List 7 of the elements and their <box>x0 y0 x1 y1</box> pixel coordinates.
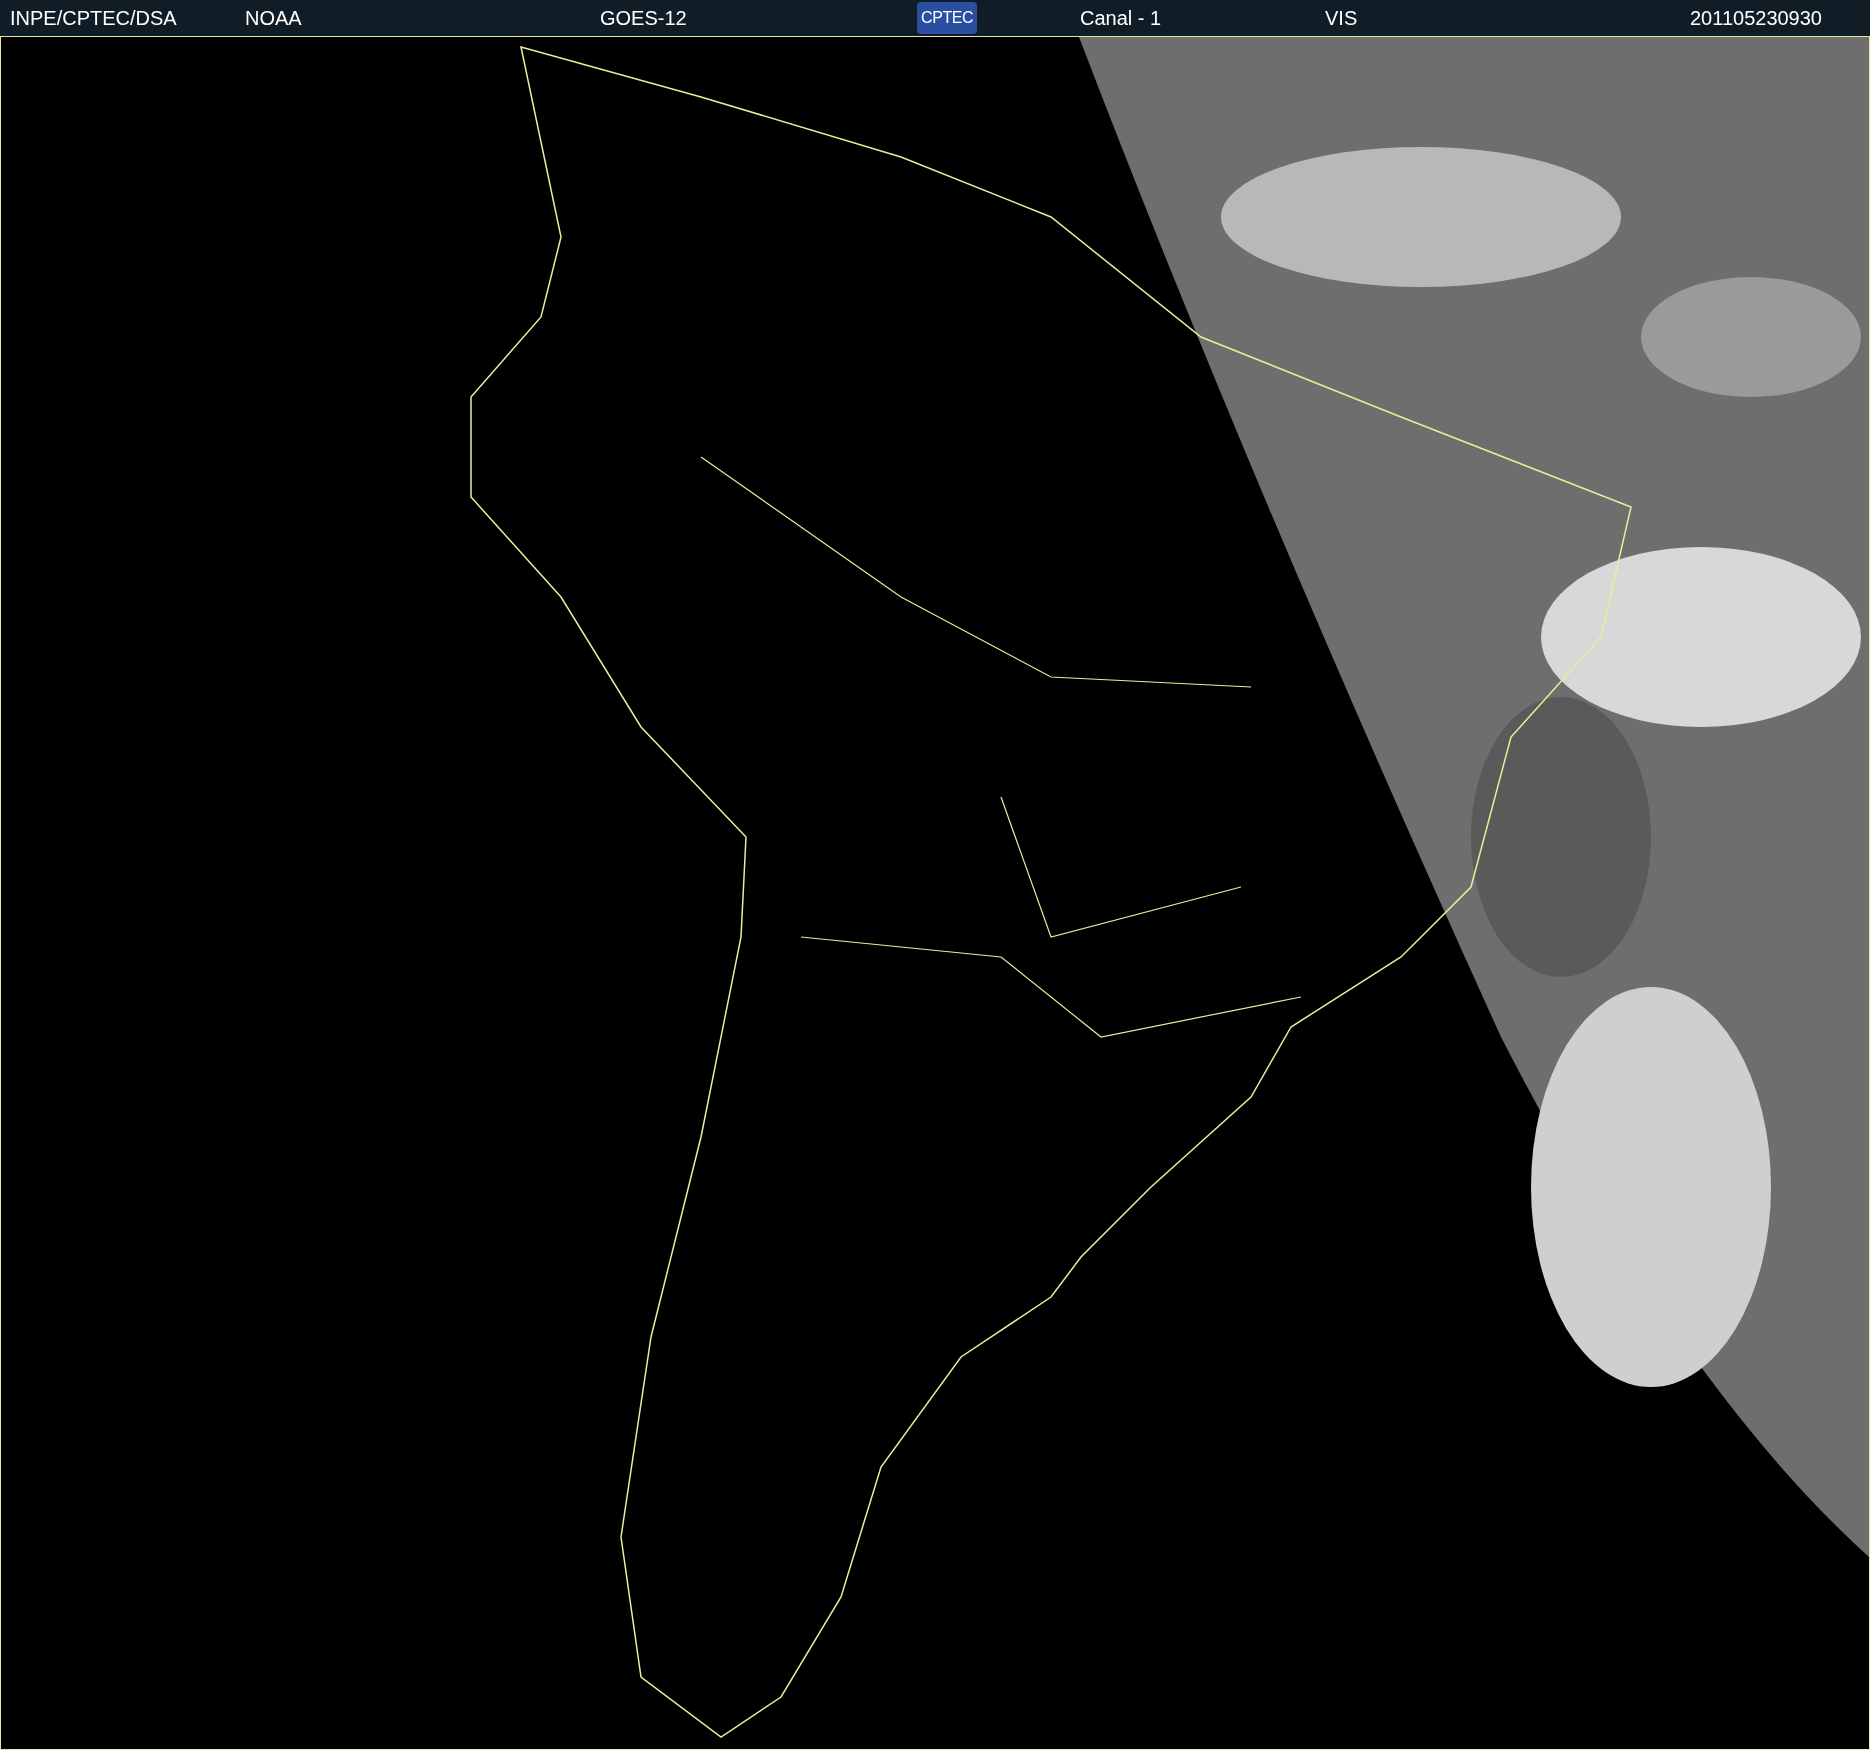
header-label: VIS <box>1325 6 1358 31</box>
header-label: INPE/CPTEC/DSA <box>10 6 177 31</box>
header-label: Canal - 1 <box>1080 6 1162 31</box>
header-label: 201105230930 <box>1690 6 1822 31</box>
logo: CPTEC <box>917 2 978 34</box>
header-label: GOES-12 <box>600 6 687 31</box>
header-label: NOAA <box>245 6 302 31</box>
